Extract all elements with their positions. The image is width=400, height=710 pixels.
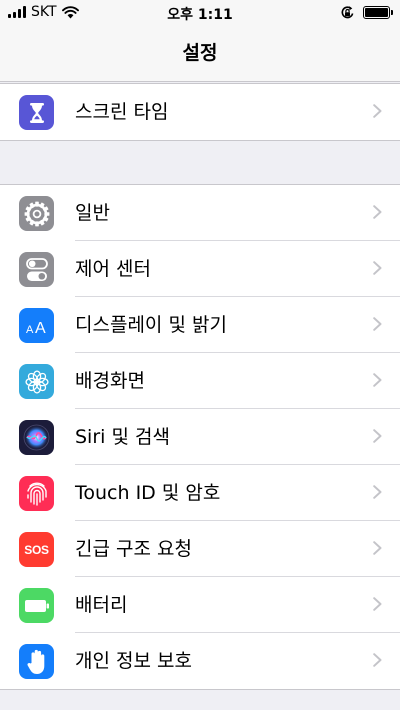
settings-row-label: 긴급 구조 요청	[75, 538, 192, 560]
chevron-right-icon	[373, 597, 382, 611]
svg-text:A: A	[35, 320, 46, 336]
chevron-right-icon	[373, 205, 382, 219]
settings-row[interactable]: 배경화면	[0, 353, 400, 409]
settings-row[interactable]: Touch ID 및 암호	[0, 465, 400, 521]
text-size-icon: AA	[19, 308, 54, 343]
settings-row-label: Touch ID 및 암호	[75, 482, 221, 504]
chevron-right-icon	[373, 373, 382, 387]
settings-row[interactable]: 스크린 타임	[0, 84, 400, 140]
battery-icon	[19, 588, 54, 623]
status-bar: SKT 오후 1:11	[0, 0, 400, 26]
chevron-right-icon	[373, 429, 382, 443]
chevron-right-icon	[373, 104, 382, 118]
chevron-right-icon	[373, 485, 382, 499]
settings-row-label: 스크린 타임	[75, 101, 169, 123]
settings-row[interactable]: 일반	[0, 185, 400, 241]
sos-icon: SOS	[19, 532, 54, 567]
settings-row[interactable]: SOS 긴급 구조 요청	[0, 521, 400, 577]
hourglass-icon	[19, 95, 54, 130]
navigation-bar: SKT 오후 1:11 설정	[0, 0, 400, 82]
settings-row-label: 개인 정보 보호	[75, 650, 192, 672]
rotation-lock-icon	[341, 6, 354, 19]
fingerprint-icon	[19, 476, 54, 511]
settings-row[interactable]: Siri 및 검색	[0, 409, 400, 465]
settings-row[interactable]: 배터리	[0, 577, 400, 633]
settings-group-screen-time: 스크린 타임	[0, 83, 400, 141]
settings-row-label: 제어 센터	[75, 258, 151, 280]
chevron-right-icon	[373, 541, 382, 555]
settings-group-general: 일반제어 센터 A A 디스플레이 및 밝기배경화면 Siri 및 검색 Touch ID…	[0, 184, 400, 690]
settings-row-label: 디스플레이 및 밝기	[75, 314, 227, 336]
battery-icon	[363, 6, 393, 19]
settings-row[interactable]: A A 디스플레이 및 밝기	[0, 297, 400, 353]
chevron-right-icon	[373, 261, 382, 275]
toggle-switches-icon	[19, 252, 54, 287]
flower-icon	[19, 364, 54, 399]
settings-row[interactable]: 개인 정보 보호	[0, 633, 400, 689]
chevron-right-icon	[373, 653, 382, 667]
svg-text:A: A	[26, 324, 34, 336]
siri-icon	[19, 420, 54, 455]
settings-row-label: 배터리	[75, 594, 128, 616]
settings-row[interactable]: 제어 센터	[0, 241, 400, 297]
settings-row-label: 배경화면	[75, 370, 145, 392]
gear-icon	[19, 196, 54, 231]
hand-icon	[19, 644, 54, 679]
page-title: 설정	[182, 42, 218, 64]
settings-row-label: Siri 및 검색	[75, 426, 170, 448]
settings-row-label: 일반	[75, 202, 110, 224]
chevron-right-icon	[373, 317, 382, 331]
